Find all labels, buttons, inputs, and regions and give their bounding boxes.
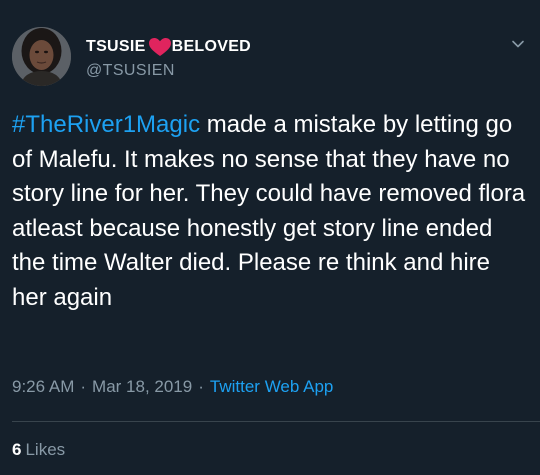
- tweet-time[interactable]: 9:26 AM: [12, 377, 74, 397]
- hashtag-link[interactable]: #TheRiver1Magic: [12, 111, 200, 138]
- source-app-link[interactable]: Twitter Web App: [210, 377, 333, 397]
- avatar[interactable]: [12, 27, 71, 86]
- separator-dot: ·: [80, 377, 87, 396]
- likes-label: Likes: [25, 440, 66, 459]
- display-name-part-2: BELOVED: [171, 38, 252, 55]
- tweet-date[interactable]: Mar 18, 2019: [92, 377, 192, 397]
- user-handle[interactable]: @TSUSIEN: [86, 62, 175, 80]
- display-name-part-1: TSUSIE: [86, 38, 146, 55]
- separator-dot: ·: [198, 377, 204, 396]
- likes-stat[interactable]: 6 Likes: [12, 440, 65, 460]
- tweet-body: made a mistake by letting go of Malefu. …: [12, 111, 526, 311]
- tweet-text: #TheRiver1Magic made a mistake by lettin…: [12, 108, 530, 315]
- likes-count: 6: [12, 440, 22, 459]
- chevron-down-icon[interactable]: [510, 36, 526, 52]
- tweet-metadata: 9:26 AM · Mar 18, 2019 · Twitter Web App: [12, 377, 333, 397]
- display-name[interactable]: TSUSIE BELOVED: [86, 37, 251, 57]
- tweet-card: TSUSIE BELOVED @TSUSIEN #TheRiver1Magic …: [0, 0, 540, 475]
- divider: [12, 421, 540, 422]
- heart-icon: [148, 37, 172, 57]
